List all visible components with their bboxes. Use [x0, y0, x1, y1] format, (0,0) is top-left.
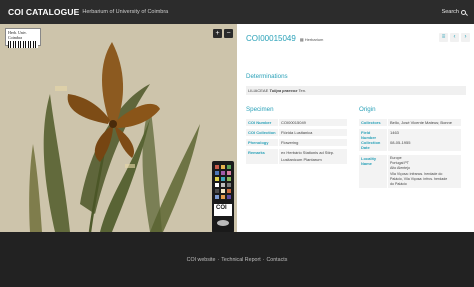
origin-value: Europe Portugal PT Alto Alentejo Vila Vi… — [388, 155, 461, 189]
brand-title[interactable]: COI CATALOGUE — [8, 7, 79, 17]
specimen-value: ex Herbário Stationis ad Stirp. Lusitani… — [279, 149, 347, 164]
determinations-heading: Determinations — [246, 73, 288, 80]
specimen-value: Flórida Lusitanica — [279, 129, 347, 136]
next-record-button[interactable]: › — [461, 33, 470, 42]
specimen-key: COI Number — [246, 119, 278, 126]
footer-link-contacts[interactable]: Contacts — [266, 257, 287, 263]
zoom-controls: + − — [213, 29, 233, 38]
origin-row: Collection Date 08-05-1955 — [359, 139, 461, 151]
specimen-image — [0, 24, 237, 232]
footer-separator: · — [217, 256, 220, 263]
search-icon[interactable] — [461, 9, 466, 15]
record-title-row: COI00015049 ▦ Herbarium — [246, 34, 323, 43]
specimen-image-viewer[interactable]: Herb. Univ. Coimbra + − COI — [0, 24, 237, 232]
origin-row: Collectors Bello, José Vicente Mateus; B… — [359, 119, 461, 126]
origin-value: 08-05-1955 — [388, 139, 461, 151]
barcode — [8, 41, 38, 48]
origin-key: Locality Name — [359, 155, 387, 189]
color-chart-label: COI — [216, 205, 227, 211]
record-navigation: ≡ ‹ › — [439, 33, 470, 42]
specimen-value: Flowering — [279, 139, 347, 146]
search-label[interactable]: Search — [442, 9, 459, 15]
determination-entry: LILIACEAE Tulipa praecox Ten. — [246, 86, 466, 95]
origin-row: Locality Name Europe Portugal PT Alto Al… — [359, 155, 461, 189]
specimen-row: Phenology Flowering — [246, 139, 347, 146]
determination-author: Ten. — [297, 88, 307, 93]
record-type-badge: ▦ Herbarium — [299, 37, 324, 42]
determination-family: LILIACEAE — [248, 88, 270, 93]
specimen-value: COI00015049 — [279, 119, 347, 126]
specimen-key: Remarks — [246, 149, 278, 164]
specimen-row: Remarks ex Herbário Stationis ad Stirp. … — [246, 149, 347, 164]
footer-link-website[interactable]: COI website — [187, 257, 216, 263]
top-navbar: COI CATALOGUE Herbarium of University of… — [0, 0, 474, 24]
brand-subtitle: Herbarium of University of Coimbra — [82, 9, 169, 15]
origin-value: Bello, José Vicente Mateus; Bonne — [388, 119, 461, 126]
zoom-out-button[interactable]: − — [224, 29, 233, 38]
footer-link-technical-report[interactable]: Technical Report — [221, 257, 260, 263]
previous-record-button[interactable]: ‹ — [450, 33, 459, 42]
list-view-button[interactable]: ≡ — [439, 33, 448, 42]
color-calibration-chart: COI — [212, 161, 234, 232]
footer-separator: · — [262, 256, 265, 263]
search-link[interactable]: Search — [442, 9, 466, 15]
zoom-in-button[interactable]: + — [213, 29, 222, 38]
specimen-row: COI Number COI00015049 — [246, 119, 347, 126]
record-id: COI00015049 — [246, 34, 296, 43]
origin-key: Collection Date — [359, 139, 387, 151]
footer: COI website · Technical Report · Contact… — [0, 232, 474, 287]
herbarium-label-text: Herb. Univ. Coimbra — [8, 30, 27, 40]
record-details-panel: COI00015049 ▦ Herbarium ≡ ‹ › Determinat… — [237, 24, 474, 232]
specimen-key: COI Collection — [246, 129, 278, 136]
specimen-row: COI Collection Flórida Lusitanica — [246, 129, 347, 136]
specimen-key: Phenology — [246, 139, 278, 146]
origin-key: Collectors — [359, 119, 387, 126]
herbarium-label: Herb. Univ. Coimbra — [5, 28, 41, 48]
origin-heading: Origin — [359, 106, 376, 113]
specimen-heading: Specimen — [246, 106, 274, 113]
color-chips — [214, 165, 232, 226]
determination-taxon[interactable]: Tulipa praecox — [269, 88, 297, 93]
